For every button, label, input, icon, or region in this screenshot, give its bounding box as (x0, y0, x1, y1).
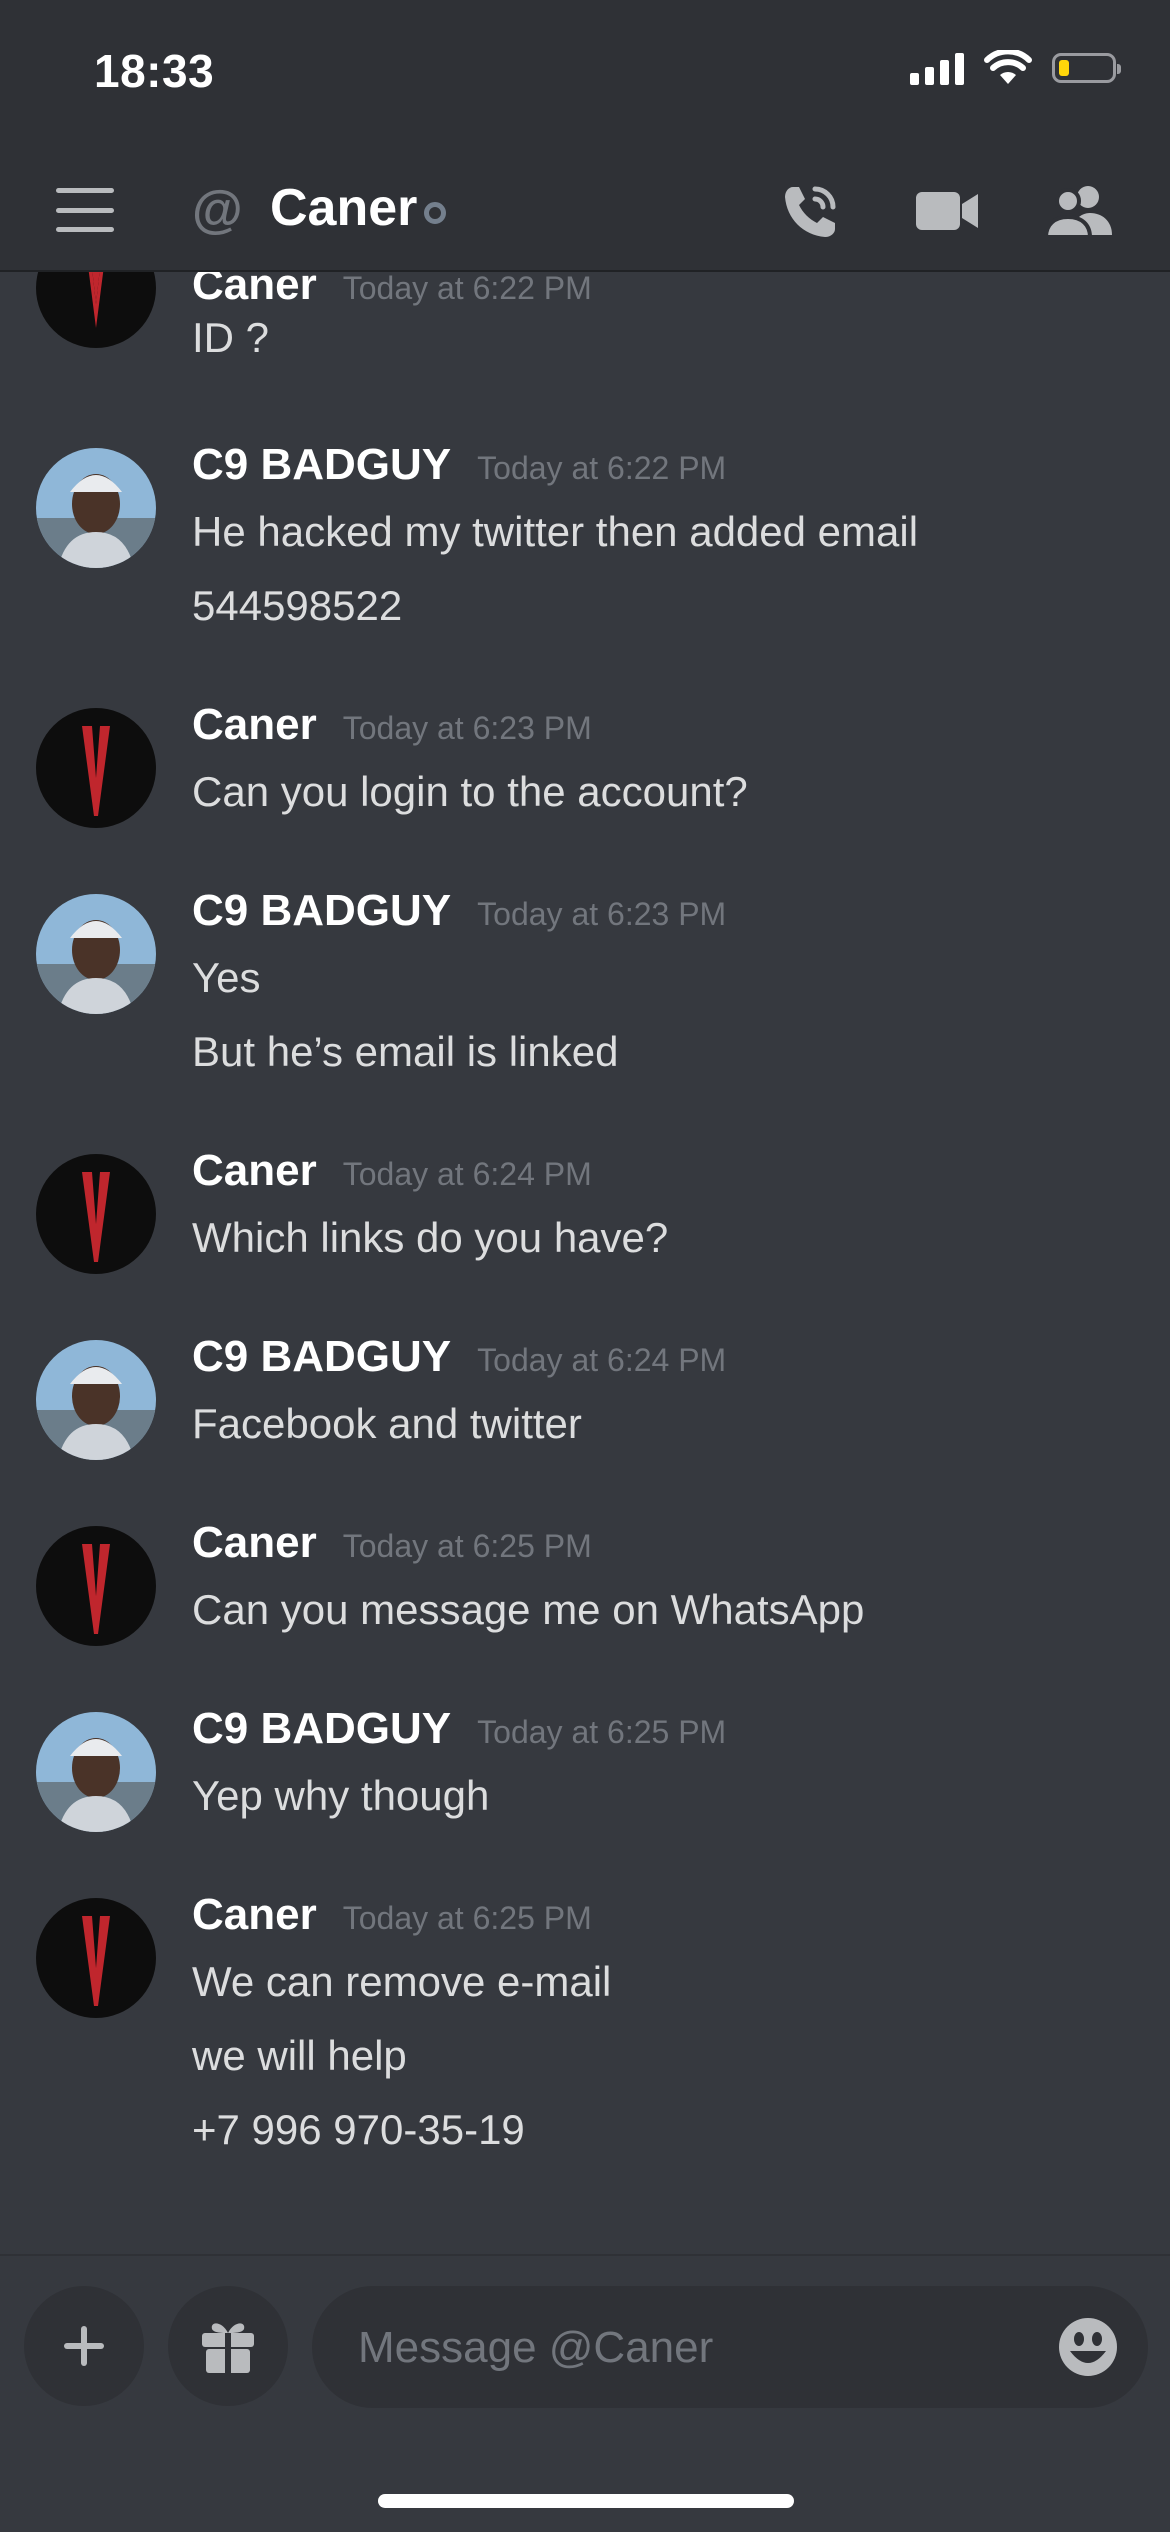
message-author[interactable]: Caner (192, 1518, 317, 1568)
message-text: Can you login to the account? (192, 768, 748, 815)
message-text: we will help (192, 2032, 407, 2079)
message-text: He hacked my twitter then added email (192, 508, 919, 555)
message-list[interactable]: Caner Today at 6:22 PM ID ? C9 BADGUY To… (0, 272, 1170, 2252)
message-text: +7 996 970-35-19 (192, 2106, 525, 2153)
video-camera-icon (916, 192, 978, 230)
top-bar: 18:33 @ Caner (0, 0, 1170, 272)
message-author[interactable]: Caner (192, 700, 317, 750)
avatar[interactable] (36, 1898, 156, 2018)
message-author[interactable]: C9 BADGUY (192, 1332, 451, 1382)
message-composer (0, 2254, 1170, 2532)
status-icons (910, 50, 1121, 86)
members-button[interactable] (1044, 176, 1114, 246)
avatar[interactable] (36, 1154, 156, 1274)
message-header: Caner Today at 6:23 PM (192, 700, 592, 750)
gift-button[interactable] (168, 2286, 288, 2406)
avatar[interactable] (36, 448, 156, 568)
dm-screen: 18:33 @ Caner Caner Today at 6:22 PM ID … (0, 0, 1170, 2532)
message-author[interactable]: C9 BADGUY (192, 1704, 451, 1754)
message-input-container (312, 2286, 1148, 2410)
message-timestamp: Today at 6:24 PM (342, 1156, 592, 1192)
status-time: 18:33 (94, 45, 215, 97)
message-input[interactable] (356, 2286, 1020, 2410)
call-button[interactable] (776, 176, 846, 246)
message-header: C9 BADGUY Today at 6:24 PM (192, 1332, 726, 1382)
emoji-icon[interactable] (1058, 2317, 1118, 2377)
message-text: Yes (192, 954, 261, 1001)
message-author[interactable]: Caner (192, 1890, 317, 1940)
at-icon: @ (192, 181, 243, 239)
message-text: Which links do you have? (192, 1214, 669, 1261)
message-header: Caner Today at 6:22 PM (192, 272, 592, 310)
message-text: But he’s email is linked (192, 1028, 619, 1075)
video-call-button[interactable] (912, 176, 982, 246)
message-text: We can remove e-mail (192, 1958, 612, 2005)
message-header: Caner Today at 6:25 PM (192, 1518, 592, 1568)
avatar[interactable] (36, 272, 156, 348)
channel-header: @ Caner (0, 160, 1170, 270)
members-icon (1044, 186, 1112, 239)
home-indicator[interactable] (378, 2494, 794, 2508)
avatar[interactable] (36, 1340, 156, 1460)
message-timestamp: Today at 6:23 PM (477, 896, 727, 932)
message-author[interactable]: Caner (192, 1146, 317, 1196)
message-author[interactable]: Caner (192, 272, 317, 310)
battery-icon (1052, 53, 1121, 83)
message-header: C9 BADGUY Today at 6:22 PM (192, 440, 726, 490)
message-header: C9 BADGUY Today at 6:23 PM (192, 886, 726, 936)
message-timestamp: Today at 6:25 PM (342, 1528, 592, 1564)
message-header: C9 BADGUY Today at 6:25 PM (192, 1704, 726, 1754)
offline-status-indicator (424, 202, 446, 224)
avatar[interactable] (36, 708, 156, 828)
message-timestamp: Today at 6:25 PM (342, 1900, 592, 1936)
hamburger-menu-icon[interactable] (56, 188, 114, 232)
add-attachment-button[interactable] (24, 2286, 144, 2406)
avatar[interactable] (36, 1526, 156, 1646)
avatar[interactable] (36, 894, 156, 1014)
plus-icon (64, 2326, 104, 2366)
message-author[interactable]: C9 BADGUY (192, 886, 451, 936)
message-author[interactable]: C9 BADGUY (192, 440, 451, 490)
dm-title: Caner (270, 179, 418, 237)
message-timestamp: Today at 6:24 PM (477, 1342, 727, 1378)
message-text: Can you message me on WhatsApp (192, 1586, 865, 1633)
message-timestamp: Today at 6:23 PM (342, 710, 592, 746)
avatar[interactable] (36, 1712, 156, 1832)
gift-icon (202, 2323, 254, 2373)
phone-call-icon (785, 186, 836, 237)
message-timestamp: Today at 6:25 PM (477, 1714, 727, 1750)
message-text: Yep why though (192, 1772, 490, 1819)
cellular-signal-icon (910, 51, 964, 85)
wifi-icon (984, 50, 1032, 84)
message-text: 544598522 (192, 582, 403, 629)
message-text: ID ? (192, 314, 270, 361)
message-timestamp: Today at 6:22 PM (342, 272, 592, 306)
message-text: Facebook and twitter (192, 1400, 582, 1447)
message-header: Caner Today at 6:24 PM (192, 1146, 592, 1196)
message-timestamp: Today at 6:22 PM (477, 450, 727, 486)
message-header: Caner Today at 6:25 PM (192, 1890, 592, 1940)
